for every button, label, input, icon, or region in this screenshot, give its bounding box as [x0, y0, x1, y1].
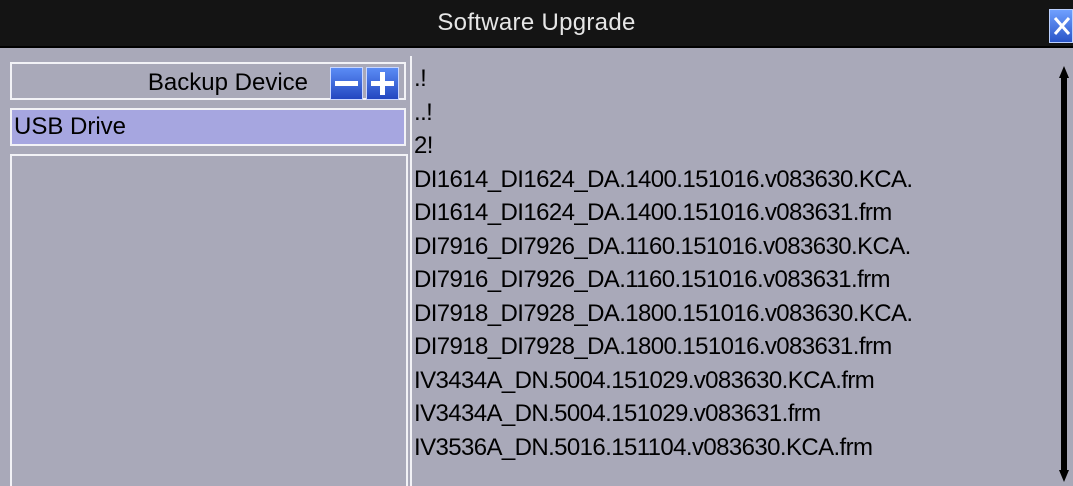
close-icon — [1053, 17, 1071, 35]
backup-device-panel: Backup Device USB Drive — [10, 62, 408, 486]
scrollbar-thumb[interactable] — [1061, 78, 1067, 470]
title-bar: Software Upgrade — [0, 0, 1073, 48]
triangle-up-icon[interactable] — [1059, 66, 1069, 78]
software-upgrade-window: Software Upgrade Backup Device USB Drive… — [0, 0, 1073, 486]
add-device-button[interactable] — [366, 67, 399, 100]
remove-device-button[interactable] — [330, 67, 363, 100]
file-list: .!..! 2! DI1614_DI1624_DA.1400.151016.v083… — [414, 62, 1054, 464]
triangle-down-icon[interactable] — [1059, 470, 1069, 482]
window-title: Software Upgrade — [437, 9, 636, 36]
file-list-item[interactable]: DI7918_DI7928_DA.1800.151016.v083630.KCA… — [414, 297, 1054, 331]
device-list-area — [10, 154, 408, 486]
close-button[interactable] — [1049, 9, 1073, 43]
file-list-item[interactable]: DI7918_DI7928_DA.1800.151016.v083631.frm — [414, 330, 1054, 364]
file-list-scrollbar[interactable] — [1059, 66, 1069, 482]
file-list-item[interactable]: ..! — [414, 96, 1054, 130]
file-list-item[interactable]: DI1614_DI1624_DA.1400.151016.v083631.frm — [414, 196, 1054, 230]
file-list-item[interactable]: 2! — [414, 129, 1054, 163]
file-list-item[interactable]: IV3434A_DN.5004.151029.v083631.frm — [414, 397, 1054, 431]
file-list-item[interactable]: DI7916_DI7926_DA.1160.151016.v083630.KCA… — [414, 230, 1054, 264]
backup-device-label: Backup Device — [147, 69, 308, 96]
file-list-item[interactable]: DI7916_DI7926_DA.1160.151016.v083631.frm — [414, 263, 1054, 297]
file-list-item[interactable]: IV3536A_DN.5016.151104.v083630.KCA.frm — [414, 431, 1054, 465]
file-list-item[interactable]: IV3434A_DN.5004.151029.v083630.KCA.frm — [414, 364, 1054, 398]
file-browser-panel: .!..! 2! DI1614_DI1624_DA.1400.151016.v083… — [410, 56, 1073, 486]
plus-icon — [371, 72, 394, 95]
minus-icon — [335, 81, 358, 86]
file-list-item[interactable]: .! — [414, 62, 1054, 96]
device-item-usb-drive[interactable]: USB Drive — [10, 108, 406, 146]
file-list-item[interactable]: DI1614_DI1624_DA.1400.151016.v083630.KCA… — [414, 163, 1054, 197]
